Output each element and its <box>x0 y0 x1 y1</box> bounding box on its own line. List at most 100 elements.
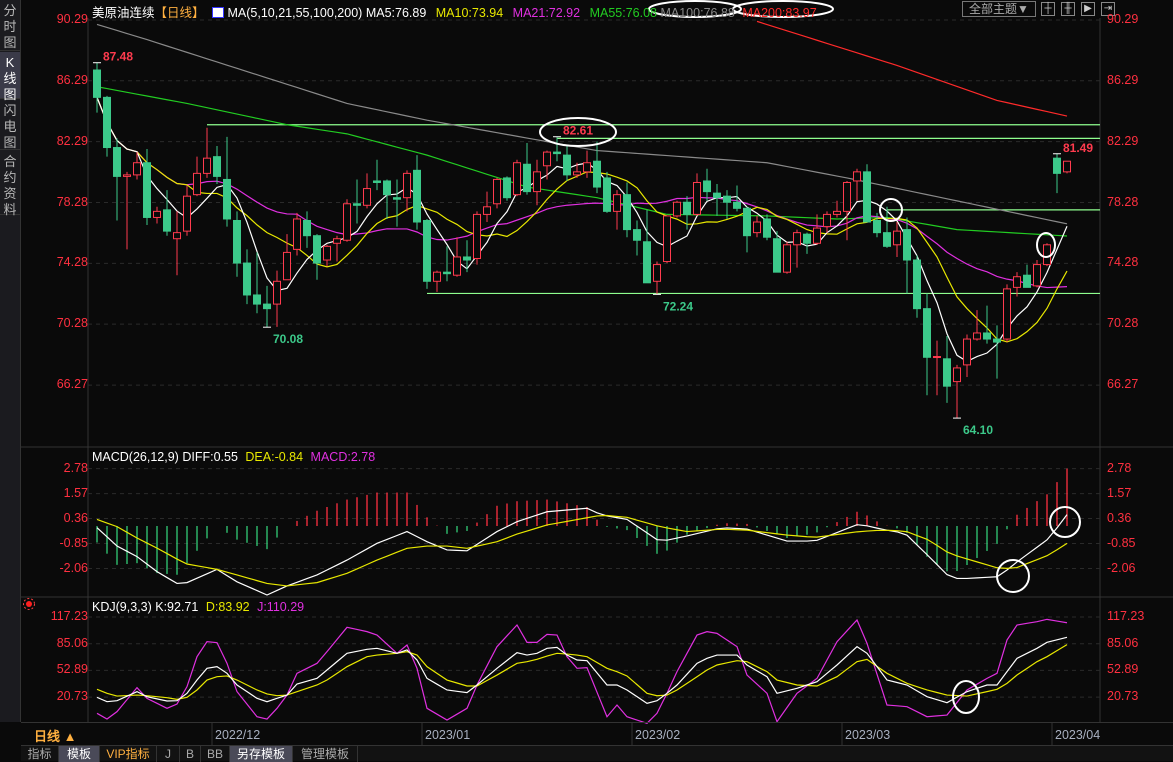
candle <box>283 234 291 281</box>
candle <box>663 215 671 264</box>
candle-body <box>533 171 541 193</box>
chart-header: 美原油连续【日线】 MA(5,10,21,55,100,200) MA5:76.… <box>92 2 817 21</box>
candle-body <box>333 238 341 244</box>
crosshair-icon[interactable]: ┼ <box>1041 2 1055 16</box>
candlesticks: 87.48 70.08 82.61 72.24 64.10 81.49 <box>93 50 1093 437</box>
candle-body <box>583 162 591 173</box>
indicator-icon[interactable] <box>212 7 225 18</box>
candle <box>153 206 161 224</box>
candle-body <box>143 162 151 218</box>
candle-body <box>1043 244 1051 266</box>
kdj-name: KDJ(9,3,3) <box>92 600 152 614</box>
candle <box>583 150 591 178</box>
price-axis-label: 66.27 <box>56 377 88 392</box>
tab-vip-indicators[interactable]: VIP指标 <box>100 746 157 762</box>
candle <box>793 229 801 268</box>
chart-canvas[interactable]: 87.48 70.08 82.61 72.24 64.10 81.49 <box>0 0 1173 761</box>
candle <box>253 252 261 314</box>
candle <box>123 171 131 250</box>
candle-body <box>93 69 101 98</box>
candle <box>843 180 851 241</box>
candle <box>373 159 381 191</box>
candle <box>703 168 711 201</box>
macd-header: MACD(26,12,9) DIFF:0.55 DEA:-0.84 MACD:2… <box>92 450 375 464</box>
candle-body <box>323 245 331 261</box>
candle-body <box>573 171 581 176</box>
candle <box>423 218 431 289</box>
candle-body <box>643 241 651 284</box>
tab-save-template[interactable]: 另存模板 <box>230 746 293 762</box>
candle <box>403 170 411 212</box>
x-axis-label: 2023/01 <box>425 728 471 742</box>
price-axis-label: 70.28 <box>56 316 88 331</box>
candle <box>943 336 951 403</box>
candle-body <box>803 233 811 244</box>
candle-body <box>553 151 561 155</box>
candle-body <box>893 230 901 246</box>
tab-b[interactable]: B <box>180 746 201 762</box>
price-extreme-label: 81.49 <box>1063 141 1093 155</box>
candle <box>203 127 211 178</box>
candle <box>293 212 301 256</box>
candle <box>903 217 911 294</box>
tab-manage-templates[interactable]: 管理模板 <box>293 746 358 762</box>
macd-value: MACD:2.78 <box>310 450 376 464</box>
ma200-value: MA200:83.97 <box>742 6 817 20</box>
candle <box>953 364 961 419</box>
candle-body <box>793 232 801 246</box>
price-extreme-label: 70.08 <box>273 332 303 346</box>
candle <box>413 155 421 230</box>
candle <box>243 249 251 305</box>
period-button[interactable]: 日线 ▲ <box>34 726 76 745</box>
candle <box>913 255 921 318</box>
candle <box>853 168 861 201</box>
candle-body <box>1003 288 1011 340</box>
play-icon[interactable]: ▶ <box>1081 2 1095 16</box>
candle-body <box>873 219 881 234</box>
candle <box>563 144 571 181</box>
tab-bb[interactable]: BB <box>201 746 230 762</box>
candle-body <box>973 332 981 340</box>
kdj-sun-icon[interactable] <box>23 598 35 610</box>
candle-body <box>943 358 951 387</box>
candle <box>193 156 201 197</box>
theme-dropdown[interactable]: 全部主题▼ <box>962 1 1036 17</box>
ma5-value: MA5:76.89 <box>365 6 427 20</box>
candle-body <box>313 235 321 264</box>
candle-body <box>193 172 201 196</box>
macd-axis-label: 1.57 <box>63 485 88 500</box>
candle-body <box>393 197 401 200</box>
candle <box>823 211 831 233</box>
candle-body <box>613 194 621 212</box>
x-axis-label: 2022/12 <box>215 728 261 742</box>
candle-body <box>283 251 291 281</box>
kdj-axis-label: 20.73 <box>1107 689 1139 704</box>
candle-body <box>113 147 121 177</box>
candle <box>343 199 351 242</box>
candle <box>213 146 221 185</box>
kdj-axis-label: 20.73 <box>56 689 88 704</box>
candle <box>483 191 491 223</box>
kdj-panel <box>96 618 1068 725</box>
candle-body <box>293 218 301 250</box>
tab-indicators[interactable]: 指标 <box>21 746 59 762</box>
moving-average-lines <box>96 20 1068 363</box>
candle-body <box>153 210 161 218</box>
ma-params: MA(5,10,21,55,100,200) <box>227 6 363 20</box>
macd-axis-label: 1.57 <box>1107 485 1132 500</box>
candle-body <box>843 181 851 212</box>
range-icon[interactable]: ╫ <box>1061 2 1075 16</box>
candle-body <box>463 256 471 261</box>
tab-j[interactable]: J <box>157 746 180 762</box>
candle-body <box>423 219 431 282</box>
tab-templates[interactable]: 模板 <box>59 746 100 762</box>
candle-body <box>233 219 241 264</box>
price-extreme-label: 72.24 <box>663 299 693 313</box>
price-axis-label: 82.29 <box>56 133 88 148</box>
candle <box>993 325 1001 379</box>
price-axis-label: 82.29 <box>1107 133 1139 148</box>
candle <box>523 142 531 195</box>
candle <box>743 206 751 253</box>
candle-body <box>303 219 311 237</box>
macd-diff-line <box>96 507 1068 596</box>
